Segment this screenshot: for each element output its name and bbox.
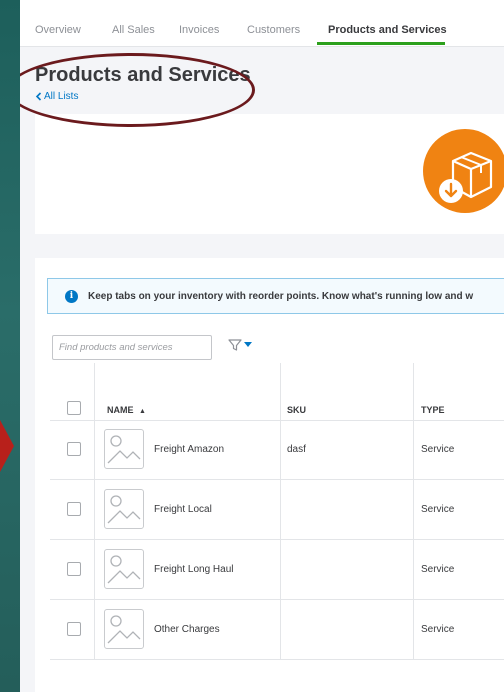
column-divider xyxy=(94,420,95,479)
column-divider xyxy=(280,420,281,479)
reorder-info-banner: i Keep tabs on your inventory with reord… xyxy=(47,278,504,314)
column-divider xyxy=(280,363,281,420)
product-sku: dasf xyxy=(287,444,306,455)
column-divider xyxy=(280,480,281,539)
product-image-placeholder-icon xyxy=(104,429,144,469)
table-row[interactable]: Freight Amazon dasf Service xyxy=(50,420,504,480)
row-checkbox[interactable] xyxy=(67,562,81,576)
filter-icon xyxy=(228,339,242,351)
sort-asc-icon: ▲ xyxy=(139,408,146,415)
tab-customers[interactable]: Customers xyxy=(247,24,300,36)
product-image-placeholder-icon xyxy=(104,489,144,529)
table-row[interactable]: Other Charges Service xyxy=(50,600,504,660)
column-divider xyxy=(280,600,281,659)
product-type: Service xyxy=(421,444,455,455)
column-divider xyxy=(413,363,414,420)
row-checkbox[interactable] xyxy=(67,622,81,636)
column-divider xyxy=(94,480,95,539)
tab-invoices[interactable]: Invoices xyxy=(179,24,219,36)
all-lists-link[interactable]: All Lists xyxy=(35,91,78,102)
hero-card xyxy=(35,114,504,234)
products-panel: i Keep tabs on your inventory with reord… xyxy=(35,258,504,692)
select-all-checkbox[interactable] xyxy=(67,401,81,415)
column-divider xyxy=(94,540,95,599)
product-name[interactable]: Freight Local xyxy=(154,504,212,515)
all-lists-label: All Lists xyxy=(44,91,79,102)
row-checkbox[interactable] xyxy=(67,502,81,516)
column-divider xyxy=(280,540,281,599)
product-type: Service xyxy=(421,624,455,635)
product-name[interactable]: Other Charges xyxy=(154,624,220,635)
column-divider xyxy=(94,600,95,659)
row-checkbox[interactable] xyxy=(67,442,81,456)
app-window: Overview All Sales Invoices Customers Pr… xyxy=(20,0,504,692)
box-illustration xyxy=(439,151,493,203)
page-title: Products and Services xyxy=(35,64,251,86)
column-divider xyxy=(413,420,414,479)
column-divider xyxy=(413,600,414,659)
filter-button[interactable] xyxy=(228,338,252,352)
column-header-type[interactable]: TYPE xyxy=(421,405,445,415)
column-header-name[interactable]: NAME ▲ xyxy=(107,405,146,415)
table-header-row: NAME ▲ SKU TYPE xyxy=(50,363,504,421)
column-divider xyxy=(94,363,95,420)
product-image-placeholder-icon xyxy=(104,609,144,649)
table-row[interactable]: Freight Long Haul Service xyxy=(50,540,504,600)
chevron-left-icon xyxy=(35,92,42,101)
annotation-arrow xyxy=(0,420,14,472)
active-tab-indicator xyxy=(317,42,445,45)
product-image-placeholder-icon xyxy=(104,549,144,589)
product-type: Service xyxy=(421,564,455,575)
column-divider xyxy=(413,480,414,539)
tab-bar: Overview All Sales Invoices Customers Pr… xyxy=(20,0,504,47)
column-name-label: NAME xyxy=(107,405,134,415)
product-name[interactable]: Freight Long Haul xyxy=(154,564,234,575)
table-row[interactable]: Freight Local Service xyxy=(50,480,504,540)
product-name[interactable]: Freight Amazon xyxy=(154,444,224,455)
search-input[interactable] xyxy=(52,335,212,360)
box-download-icon xyxy=(423,129,504,213)
product-type: Service xyxy=(421,504,455,515)
column-divider xyxy=(413,540,414,599)
banner-text: Keep tabs on your inventory with reorder… xyxy=(88,290,474,302)
column-header-sku[interactable]: SKU xyxy=(287,405,306,415)
tab-products-and-services[interactable]: Products and Services xyxy=(328,24,447,36)
info-icon: i xyxy=(65,289,78,303)
tab-all-sales[interactable]: All Sales xyxy=(112,24,155,36)
tab-overview[interactable]: Overview xyxy=(35,24,81,36)
caret-down-icon xyxy=(244,342,252,347)
